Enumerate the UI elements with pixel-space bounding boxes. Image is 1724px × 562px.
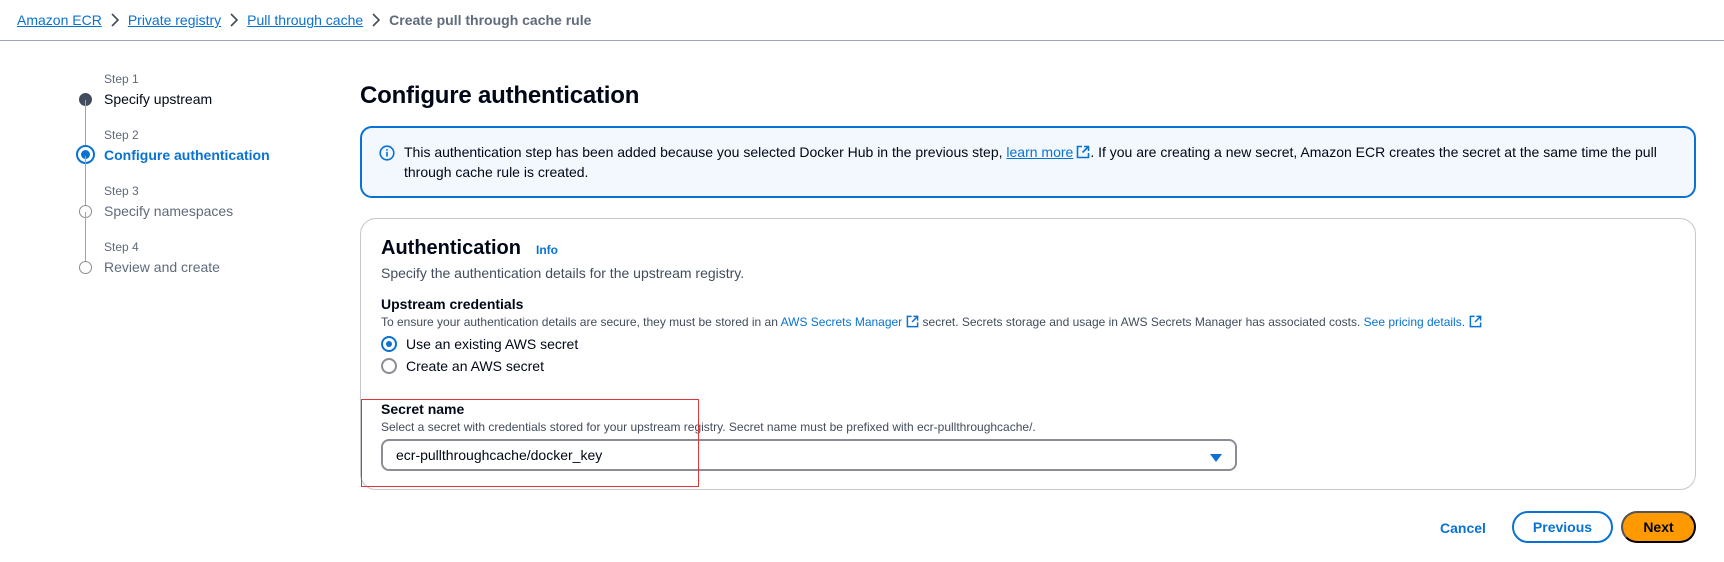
step-title: Specify namespaces <box>104 203 234 219</box>
upstream-credentials-label: Upstream credentials <box>381 296 524 312</box>
credentials-desc-before: To ensure your authentication details ar… <box>381 315 781 329</box>
secret-name-value: ecr-pullthroughcache/docker_key <box>396 447 603 463</box>
step-number: Step 3 <box>104 184 139 198</box>
external-link-icon <box>1076 144 1090 159</box>
step-pending-icon <box>79 261 92 274</box>
authentication-title: Authentication <box>381 237 521 259</box>
alert-text-before: This authentication step has been added … <box>404 144 1007 160</box>
chevron-right-icon <box>102 13 128 27</box>
breadcrumb-pull-through-cache[interactable]: Pull through cache <box>247 12 363 28</box>
info-link[interactable]: Info <box>536 243 558 257</box>
previous-button[interactable]: Previous <box>1512 511 1613 543</box>
next-button[interactable]: Next <box>1621 511 1696 543</box>
radio-unselected-icon[interactable] <box>381 358 397 374</box>
external-link-icon <box>906 315 919 328</box>
page-title: Configure authentication <box>360 82 640 109</box>
chevron-right-icon <box>221 13 247 27</box>
secret-name-select[interactable]: ecr-pullthroughcache/docker_key <box>381 439 1237 471</box>
external-link-icon <box>1469 315 1482 328</box>
step-title: Review and create <box>104 259 220 275</box>
step-number: Step 1 <box>104 72 139 86</box>
cancel-button[interactable]: Cancel <box>1430 512 1496 544</box>
secret-name-label: Secret name <box>381 401 465 417</box>
breadcrumb: Amazon ECR Private registry Pull through… <box>17 12 591 28</box>
credentials-desc-after: secret. Secrets storage and usage in AWS… <box>919 315 1364 329</box>
breadcrumb-current: Create pull through cache rule <box>389 12 592 28</box>
info-circle-icon <box>379 145 395 161</box>
secret-name-description: Select a secret with credentials stored … <box>381 420 1036 434</box>
authentication-container: Authentication Info Specify the authenti… <box>360 218 1696 490</box>
secrets-manager-link[interactable]: AWS Secrets Manager <box>781 315 903 329</box>
learn-more-link[interactable]: learn more <box>1006 144 1073 160</box>
radio-label: Create an AWS secret <box>406 358 544 374</box>
wizard-step-1[interactable]: Step 1 Specify upstream <box>78 72 318 156</box>
breadcrumb-amazon-ecr[interactable]: Amazon ECR <box>17 12 102 28</box>
upstream-credentials-description: To ensure your authentication details ar… <box>381 315 1482 329</box>
authentication-header: Authentication Info <box>381 237 558 260</box>
authentication-description: Specify the authentication details for t… <box>381 265 745 281</box>
step-number: Step 4 <box>104 240 139 254</box>
radio-label: Use an existing AWS secret <box>406 336 579 352</box>
breadcrumb-private-registry[interactable]: Private registry <box>128 12 221 28</box>
step-title: Specify upstream <box>104 91 213 107</box>
chevron-right-icon <box>363 13 389 27</box>
step-number: Step 2 <box>104 128 139 142</box>
radio-create-secret[interactable]: Create an AWS secret <box>381 358 544 374</box>
wizard-steps: Step 1 Specify upstream Step 2 Configure… <box>76 72 318 296</box>
wizard-step-4: Step 4 Review and create <box>78 240 318 296</box>
info-alert: This authentication step has been added … <box>360 126 1696 198</box>
wizard-step-2: Step 2 Configure authentication <box>76 128 318 212</box>
caret-down-icon <box>1210 450 1222 462</box>
pricing-details-link[interactable]: See pricing details. <box>1364 315 1465 329</box>
wizard-step-3: Step 3 Specify namespaces <box>78 184 318 268</box>
step-title: Configure authentication <box>104 147 270 163</box>
radio-use-existing-secret[interactable]: Use an existing AWS secret <box>381 336 578 352</box>
header-divider <box>0 40 1724 41</box>
radio-selected-icon[interactable] <box>381 336 397 352</box>
